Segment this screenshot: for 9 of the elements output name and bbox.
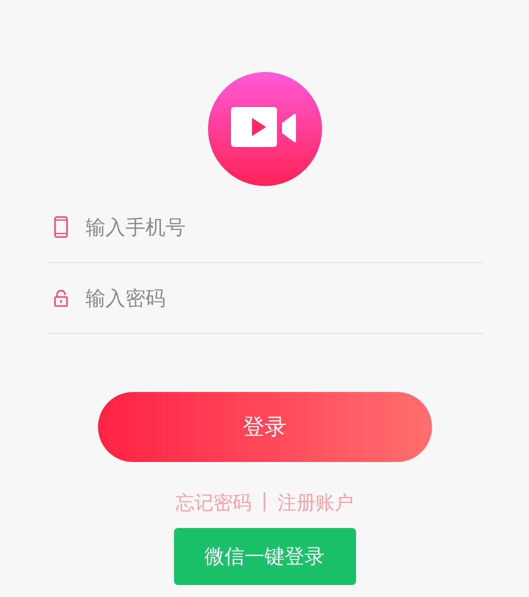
separator: | — [261, 490, 268, 514]
password-field[interactable]: 输入密码 — [86, 286, 482, 310]
link[interactable]: 忘记密码 — [175, 490, 252, 516]
login-button[interactable]: 登录 — [98, 392, 432, 462]
wechat-login-button[interactable]: 微信一键登录 — [174, 528, 356, 585]
phone-field[interactable]: 输入手机号 — [86, 215, 482, 239]
link[interactable]: 注册账户 — [278, 490, 354, 516]
phone-icon — [54, 216, 68, 238]
lock-icon — [54, 290, 68, 306]
